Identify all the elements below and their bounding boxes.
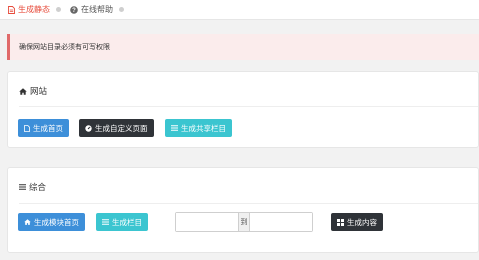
svg-text:?: ? [72,8,76,14]
generate-home-label: 生成首页 [33,123,63,133]
panel-website-title-label: 网站 [30,86,48,96]
question-circle-icon: ? [70,5,78,14]
home-icon [19,87,27,95]
panel-general: 综合 [7,167,479,253]
generate-column-label: 生成栏目 [112,217,142,227]
alert-text: 确保网站目录必须有可写权限 [19,44,110,51]
home-icon [24,219,31,225]
range-separator: 到 [238,213,250,231]
dashboard-icon [85,124,92,132]
panel-website: 网站 [7,71,479,148]
top-tab-bar: 生成静态 ? 在线帮助 [0,0,479,20]
list-icon [102,219,109,225]
tab-generate-static-label: 生成静态 [18,5,50,14]
file-icon [24,124,30,132]
generate-content-label: 生成内容 [347,217,377,227]
tab-generate-static[interactable]: 生成静态 [8,3,61,16]
generate-column-button[interactable]: 生成栏目 [96,213,148,231]
panel-general-title: 综合 [19,181,46,193]
permission-alert: 确保网站目录必须有可写权限 [7,34,479,60]
tab-online-help-label: 在线帮助 [81,5,113,14]
generate-custom-page-button[interactable]: 生成自定义页面 [79,119,154,137]
generate-module-home-button[interactable]: 生成模块首页 [18,213,85,231]
divider [19,106,478,107]
tab-close-dot[interactable] [56,7,61,12]
generate-shared-column-button[interactable]: 生成共享栏目 [165,119,232,137]
generate-shared-column-label: 生成共享栏目 [181,123,226,133]
generate-home-button[interactable]: 生成首页 [18,119,69,137]
bars-icon [19,184,26,190]
generate-custom-page-label: 生成自定义页面 [95,123,148,133]
divider [19,203,478,204]
list-icon [171,125,178,131]
id-range-input-group: 到 [175,212,313,232]
tab-online-help[interactable]: ? 在线帮助 [70,3,124,16]
panel-general-title-label: 综合 [29,182,47,192]
generate-module-home-label: 生成模块首页 [34,217,79,227]
generate-content-button[interactable]: 生成内容 [331,213,383,231]
range-from-input[interactable] [176,213,238,231]
tab-close-dot[interactable] [119,7,124,12]
range-to-input[interactable] [250,213,312,231]
panel-website-title: 网站 [19,85,47,97]
file-icon [8,5,15,14]
grid-icon [337,218,344,226]
